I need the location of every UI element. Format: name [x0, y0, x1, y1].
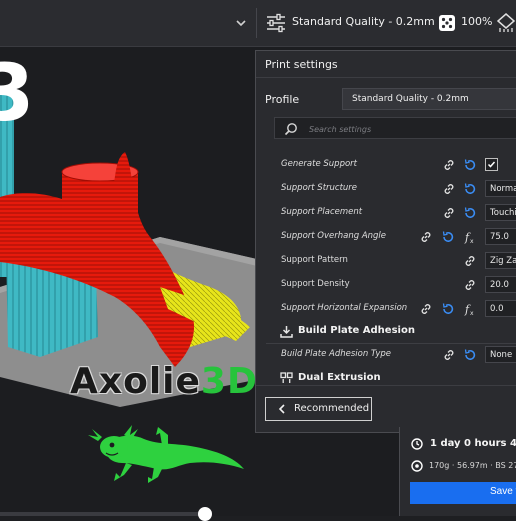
reset-icon[interactable] [463, 348, 477, 362]
save-button[interactable]: Save to [410, 482, 516, 504]
clock-icon [411, 438, 423, 450]
setting-label: Build Plate Adhesion Type [281, 349, 392, 359]
sliders-icon[interactable] [266, 13, 286, 33]
setting-support-pattern: Support Pattern Zig Zag [256, 250, 516, 273]
setting-support-overhang-angle: Support Overhang Angle fx 75.0 [256, 226, 516, 249]
link-icon[interactable] [442, 182, 456, 196]
support-placement-select[interactable]: Touching [485, 204, 516, 221]
panel-title: Print settings [265, 58, 338, 71]
top-toolbar: Standard Quality - 0.2mm 100% [0, 0, 516, 47]
divider [256, 385, 516, 386]
adhesion-type-select[interactable]: None [485, 346, 516, 363]
adhesion-icon [497, 13, 515, 32]
setting-generate-support: Generate Support [256, 154, 516, 177]
axolotl-logo-icon [88, 425, 245, 483]
logo-text-dark: Axolie [70, 361, 201, 402]
link-icon[interactable] [442, 348, 456, 362]
section-dual-extrusion[interactable]: Dual Extrusion [256, 367, 516, 390]
section-build-plate-adhesion[interactable]: Build Plate Adhesion [256, 320, 516, 343]
link-icon[interactable] [463, 278, 477, 292]
search-settings[interactable] [274, 117, 516, 139]
print-quality-label[interactable]: Standard Quality - 0.2mm [292, 15, 435, 28]
function-icon[interactable]: fx [463, 302, 477, 316]
link-icon[interactable] [463, 254, 477, 268]
chevron-left-icon [278, 404, 285, 414]
setting-label: Support Horizontal Expansion [281, 303, 408, 313]
print-time: 1 day 0 hours 44 m [430, 438, 516, 449]
axolie3d-logo: Axolie3D [70, 361, 258, 402]
setting-build-plate-adhesion-type: Build Plate Adhesion Type None [256, 344, 516, 367]
search-icon [284, 123, 297, 136]
reset-icon[interactable] [441, 230, 455, 244]
link-icon[interactable] [419, 302, 433, 316]
reset-icon[interactable] [463, 206, 477, 220]
link-icon[interactable] [442, 158, 456, 172]
logo-text-green: 3D [200, 361, 258, 402]
chevron-down-icon[interactable] [234, 16, 248, 30]
support-horizontal-expansion-input[interactable]: 0.0 [485, 300, 516, 317]
setting-label: Support Placement [281, 207, 363, 217]
save-label: Save to [490, 486, 516, 497]
material-estimate: 170g · 56.97m · BS 27.1 [429, 461, 516, 470]
link-icon[interactable] [419, 230, 433, 244]
link-icon[interactable] [442, 206, 456, 220]
infill-percentage[interactable]: 100% [461, 15, 492, 28]
recommended-label: Recommended [294, 403, 370, 414]
setting-label: Support Structure [281, 183, 358, 193]
recommended-button[interactable]: Recommended [265, 397, 372, 421]
svg-text:x: x [470, 238, 474, 244]
profile-select[interactable]: Standard Quality - 0.2mm [342, 88, 516, 110]
svg-text:x: x [470, 310, 474, 316]
reset-icon[interactable] [441, 302, 455, 316]
checkmark-icon [487, 161, 496, 168]
toolbar-divider [256, 8, 257, 38]
support-structure-select[interactable]: Normal [485, 180, 516, 197]
adhesion-download-icon [280, 326, 293, 338]
generate-support-checkbox[interactable] [485, 158, 498, 171]
dual-extrusion-icon [280, 372, 293, 383]
section-label: Build Plate Adhesion [298, 325, 415, 336]
reset-icon[interactable] [463, 182, 477, 196]
corner-digit: 3 [0, 49, 35, 139]
print-settings-panel: Print settings Profile Standard Quality … [255, 50, 516, 433]
setting-label: Support Overhang Angle [281, 231, 387, 241]
support-pattern-select[interactable]: Zig Zag [485, 252, 516, 269]
layer-slider-track[interactable] [0, 512, 206, 516]
divider [256, 77, 516, 78]
material-spool-icon [411, 460, 423, 472]
print-estimate-panel: 1 day 0 hours 44 m 170g · 56.97m · BS 27… [399, 427, 516, 516]
setting-label: Support Density [281, 279, 350, 289]
setting-label: Generate Support [281, 159, 358, 169]
setting-support-placement: Support Placement Touching [256, 202, 516, 225]
profile-label: Profile [265, 93, 300, 106]
setting-label: Support Pattern [281, 255, 348, 265]
support-density-input[interactable]: 20.0 [485, 276, 516, 293]
function-icon[interactable]: fx [463, 230, 477, 244]
setting-support-density: Support Density 20.0 [256, 274, 516, 297]
setting-support-structure: Support Structure Normal [256, 178, 516, 201]
setting-support-horizontal-expansion: Support Horizontal Expansion fx 0.0 [256, 298, 516, 321]
layer-slider-handle[interactable] [198, 507, 212, 521]
section-label: Dual Extrusion [298, 372, 381, 383]
support-overhang-angle-input[interactable]: 75.0 [485, 228, 516, 245]
search-input[interactable] [307, 121, 511, 138]
reset-icon[interactable] [463, 158, 477, 172]
infill-dice-icon [439, 15, 455, 31]
